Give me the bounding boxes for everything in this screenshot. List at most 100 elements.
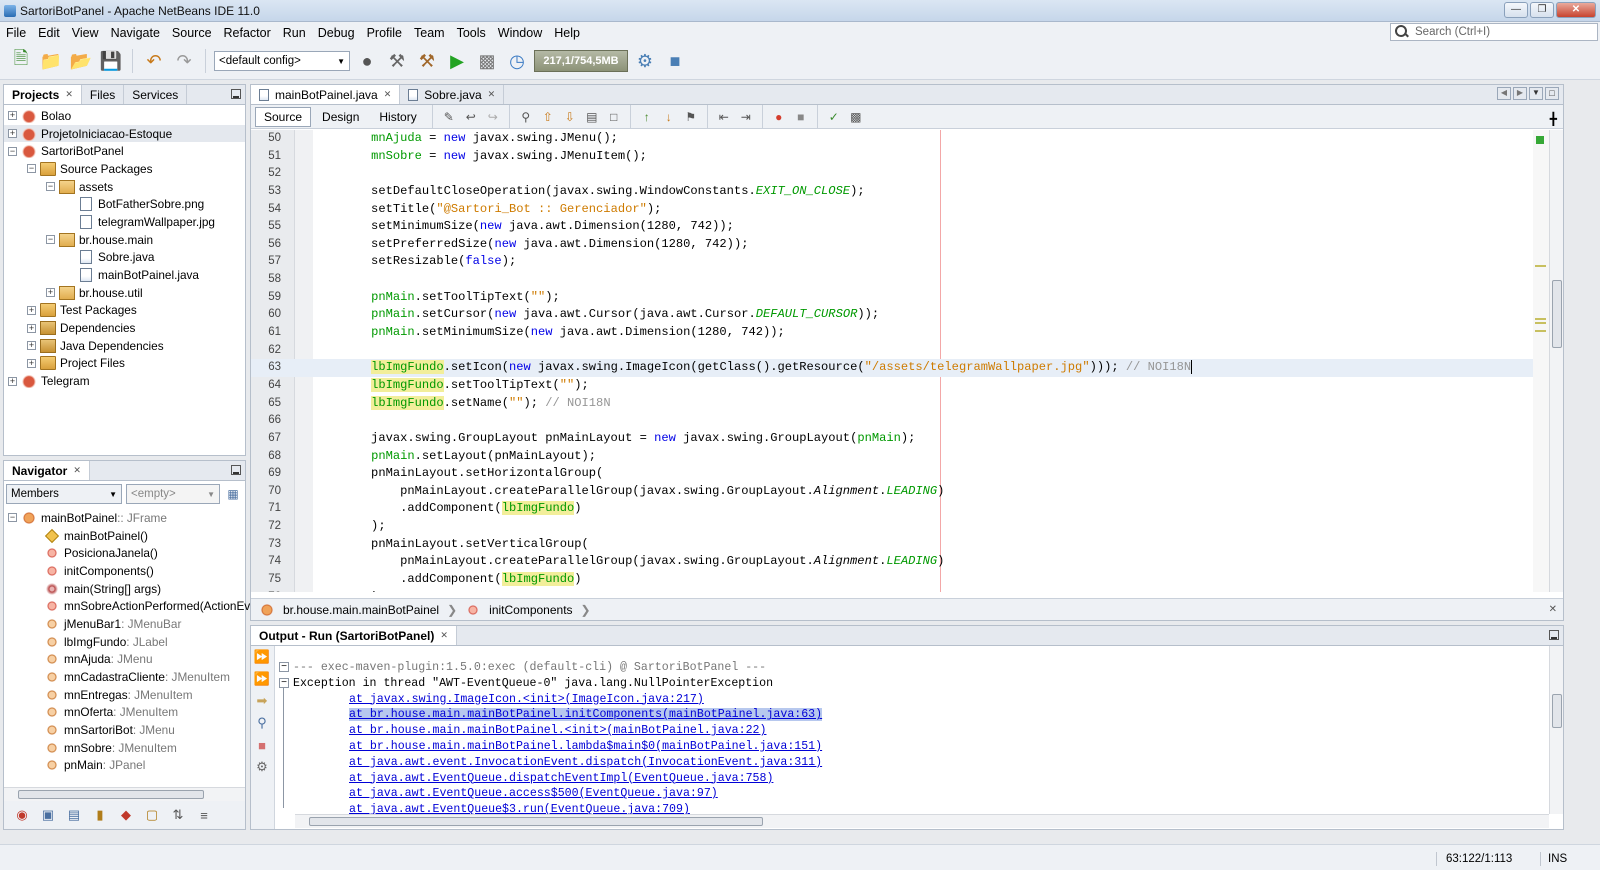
filter-static-icon[interactable]: ▤ xyxy=(64,805,84,825)
open-project-icon[interactable]: 📂 xyxy=(68,48,94,74)
redo-icon[interactable]: ↷ xyxy=(171,48,197,74)
navigator-member[interactable]: mnAjuda : JMenu xyxy=(4,651,245,669)
navigator-member[interactable]: mnCadastraCliente : JMenuItem xyxy=(4,668,245,686)
close-icon[interactable]: ✕ xyxy=(440,630,448,641)
navigator-member[interactable]: main(String[] args) xyxy=(4,580,245,598)
sort-alpha-icon[interactable]: ⇅ xyxy=(168,805,188,825)
filter-inherited-icon[interactable]: ◉ xyxy=(12,805,32,825)
tab-projects[interactable]: Projects ✕ xyxy=(4,85,82,104)
output-text[interactable]: --- exec-maven-plugin:1.5.0:exec (defaul… xyxy=(293,660,823,818)
minimize-panel-icon[interactable] xyxy=(231,89,241,99)
minimize-button[interactable]: — xyxy=(1504,2,1528,18)
find-icon[interactable]: ⚲ xyxy=(516,108,536,126)
stacktrace-link[interactable]: at java.awt.EventQueue.dispatchEventImpl… xyxy=(293,771,822,787)
check-file-icon[interactable]: ✓ xyxy=(824,108,844,126)
save-all-icon[interactable]: 💾 xyxy=(98,48,124,74)
collapse-icon[interactable]: − xyxy=(46,182,55,192)
filter-fields-icon[interactable]: ▣ xyxy=(38,805,58,825)
code-line[interactable]: 59 pnMain.setToolTipText(""); xyxy=(251,289,1563,307)
history-view-button[interactable]: History xyxy=(370,107,425,127)
stacktrace-link[interactable]: at br.house.main.mainBotPainel.lambda$ma… xyxy=(293,739,822,755)
close-icon[interactable]: ✕ xyxy=(73,465,81,476)
menu-run[interactable]: Run xyxy=(277,26,312,40)
code-line[interactable]: 69 pnMainLayout.setHorizontalGroup( xyxy=(251,465,1563,483)
find-previous-icon[interactable]: ⇧ xyxy=(538,108,558,126)
run-icon[interactable]: ▶ xyxy=(444,48,470,74)
code-line[interactable]: 50 mnAjuda = new javax.swing.JMenu(); xyxy=(251,130,1563,148)
expand-icon[interactable]: + xyxy=(8,129,17,139)
code-line[interactable]: 71 .addComponent(lbImgFundo) xyxy=(251,500,1563,518)
tree-node[interactable]: + Project Files xyxy=(4,355,245,373)
expand-icon[interactable]: + xyxy=(27,305,36,315)
globe-icon[interactable]: ● xyxy=(354,48,380,74)
tree-node[interactable]: Sobre.java xyxy=(4,249,245,267)
menu-file[interactable]: File xyxy=(0,26,32,40)
collapse-icon[interactable]: − xyxy=(279,662,289,672)
filter-nonpublic-icon[interactable]: ▮ xyxy=(90,805,110,825)
expand-icon[interactable]: + xyxy=(27,341,36,351)
build-hammer-icon[interactable]: ⚒ xyxy=(384,48,410,74)
sort-position-icon[interactable]: ≡ xyxy=(194,805,214,825)
toggle-rect-selection-icon[interactable]: □ xyxy=(604,108,624,126)
menu-view[interactable]: View xyxy=(66,26,105,40)
navigator-member[interactable]: jMenuBar1 : JMenuBar xyxy=(4,615,245,633)
toggle-highlight-icon[interactable]: ▤ xyxy=(582,108,602,126)
collapse-icon[interactable]: − xyxy=(46,235,55,245)
close-icon[interactable]: ✕ xyxy=(384,89,392,100)
vertical-scrollbar[interactable] xyxy=(1549,130,1563,592)
collapse-icon[interactable]: − xyxy=(27,164,36,174)
design-view-button[interactable]: Design xyxy=(313,107,368,127)
hierarchy-icon[interactable]: ▦ xyxy=(224,485,242,503)
code-line[interactable]: 63 lbImgFundo.setIcon(new javax.swing.Im… xyxy=(251,359,1563,377)
tab-sobre-java[interactable]: Sobre.java ✕ xyxy=(400,85,505,104)
code-line[interactable]: 53 setDefaultCloseOperation(javax.swing.… xyxy=(251,183,1563,201)
expand-icon[interactable]: + xyxy=(46,288,55,298)
expand-icon[interactable]: + xyxy=(27,358,36,368)
tree-node[interactable]: + Test Packages xyxy=(4,302,245,320)
breadcrumb-class[interactable]: br.house.main.mainBotPainel xyxy=(283,603,439,617)
close-icon[interactable]: ✕ xyxy=(488,89,496,100)
tree-node[interactable]: + Telegram xyxy=(4,372,245,390)
stacktrace-link[interactable]: at br.house.main.mainBotPainel.initCompo… xyxy=(293,707,823,723)
code-line[interactable]: 54 setTitle("@Sartori_Bot :: Gerenciador… xyxy=(251,201,1563,219)
close-button[interactable]: ✕ xyxy=(1556,2,1596,18)
output-horizontal-scrollbar[interactable] xyxy=(295,814,1549,828)
menu-window[interactable]: Window xyxy=(492,26,548,40)
split-editor-icon[interactable]: ╋ xyxy=(1550,112,1557,126)
code-line[interactable]: 72 ); xyxy=(251,518,1563,536)
menu-navigate[interactable]: Navigate xyxy=(105,26,166,40)
shift-left-icon[interactable]: ⇤ xyxy=(714,108,734,126)
scroll-left-icon[interactable]: ◀ xyxy=(1497,87,1511,100)
stacktrace-link[interactable]: at javax.swing.ImageIcon.<init>(ImageIco… xyxy=(293,692,822,708)
find-next-icon[interactable]: ⇩ xyxy=(560,108,580,126)
tree-node[interactable]: mainBotPainel.java xyxy=(4,266,245,284)
code-line[interactable]: 51 mnSobre = new javax.swing.JMenuItem()… xyxy=(251,148,1563,166)
code-line[interactable]: 56 setPreferredSize(new java.awt.Dimensi… xyxy=(251,236,1563,254)
start-macro-icon[interactable]: ● xyxy=(769,108,789,126)
code-line[interactable]: 74 pnMainLayout.createParallelGroup(java… xyxy=(251,553,1563,571)
navigator-member[interactable]: lbImgFundo : JLabel xyxy=(4,633,245,651)
tab-files[interactable]: Files xyxy=(82,85,125,104)
tab-list-icon[interactable]: ▼ xyxy=(1529,87,1543,100)
navigator-member[interactable]: PosicionaJanela() xyxy=(4,544,245,562)
new-file-icon[interactable]: 🗎 xyxy=(8,48,34,74)
breadcrumb-method[interactable]: initComponents xyxy=(489,603,572,617)
error-stripe[interactable] xyxy=(1533,130,1549,592)
code-line[interactable]: 70 pnMainLayout.createParallelGroup(java… xyxy=(251,483,1563,501)
forward-icon[interactable]: ↪ xyxy=(483,108,503,126)
navigator-member[interactable]: pnMain : JPanel xyxy=(4,757,245,775)
tree-node[interactable]: + Java Dependencies xyxy=(4,337,245,355)
maximize-button[interactable]: ❐ xyxy=(1530,2,1554,18)
gc-icon[interactable]: ⚙ xyxy=(632,48,658,74)
memory-indicator[interactable]: 217,1/754,5MB xyxy=(534,50,628,72)
code-line[interactable]: 66 xyxy=(251,412,1563,430)
menu-profile[interactable]: Profile xyxy=(361,26,408,40)
search-box[interactable]: Search (Ctrl+I) xyxy=(1390,23,1598,41)
collapse-icon[interactable]: − xyxy=(8,146,17,156)
code-line[interactable]: 65 lbImgFundo.setName(""); // NOI18N xyxy=(251,395,1563,413)
code-line[interactable]: 76 ); xyxy=(251,589,1563,592)
config-select[interactable]: <default config> ▼ xyxy=(214,51,350,71)
navigator-member[interactable]: mnSartoriBot : JMenu xyxy=(4,721,245,739)
navigator-member[interactable]: mnEntregas : JMenuItem xyxy=(4,686,245,704)
tree-node[interactable]: − SartoriBotPanel xyxy=(4,142,245,160)
